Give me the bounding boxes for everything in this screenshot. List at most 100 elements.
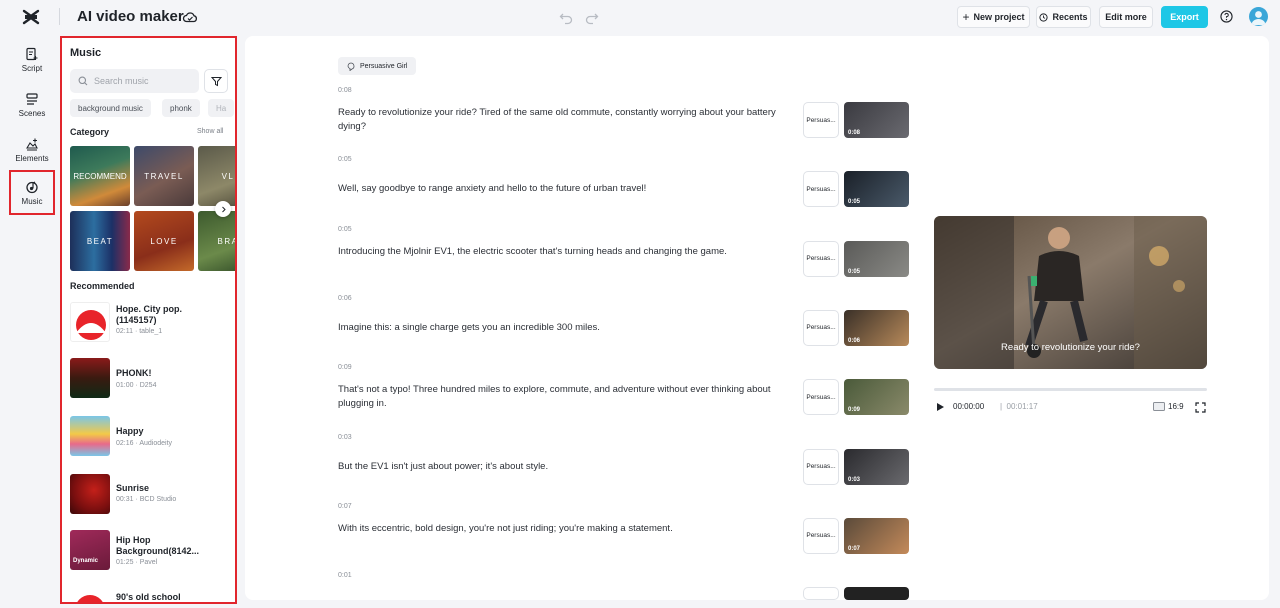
voice-tag[interactable]: Persuasive Girl [338, 57, 417, 75]
scene-thumbnail[interactable]: 0:03 [844, 448, 909, 485]
scene-duration: 0:07 [848, 545, 861, 552]
track-thumbnail: Dynamic [70, 530, 110, 570]
scene-duration: 0:05 [848, 268, 861, 275]
scene-time: 0:05 [338, 225, 352, 233]
scene-thumbnail[interactable]: 0:08 [844, 102, 909, 138]
scene-thumbnail[interactable] [844, 587, 909, 600]
scene-thumbnail[interactable]: 0:05 [844, 240, 909, 277]
scene-voice-button[interactable]: Persuas... [803, 171, 839, 208]
ratio-icon [1153, 402, 1165, 411]
nav-scenes[interactable]: Scenes [9, 85, 55, 125]
video-caption: Ready to revolutionize your ride? [1001, 342, 1140, 353]
scene-duration: 0:05 [848, 199, 861, 206]
chip-phonk[interactable]: phonk [162, 99, 200, 117]
app-title: AI video maker [77, 8, 184, 25]
script-icon [26, 47, 38, 61]
track-item[interactable]: Happy 02:16 · Audiodeity [70, 416, 230, 457]
scene-thumbnail[interactable]: 0:09 [844, 379, 909, 416]
new-project-label: New project [973, 12, 1025, 22]
scene-voice-button[interactable] [803, 587, 839, 600]
track-name: Sunrise [116, 483, 150, 493]
track-meta: 02:16 · Audiodeity [116, 440, 173, 447]
video-progress-bar[interactable] [934, 388, 1207, 391]
edit-more-button[interactable]: Edit more [1099, 6, 1153, 28]
avatar[interactable] [1249, 7, 1268, 26]
scene-text[interactable]: Well, say goodbye to range anxiety and h… [338, 182, 793, 196]
filter-icon [210, 76, 222, 86]
current-time: 00:00:00 [953, 402, 985, 411]
category-tile-beat[interactable]: BEAT [70, 211, 130, 271]
nav-music[interactable]: Music [9, 170, 55, 215]
category-tile-recommend[interactable]: RECOMMEND [70, 146, 130, 206]
track-item[interactable]: 90's old school [70, 588, 230, 602]
track-meta: 02:11 · table_1 [116, 328, 163, 335]
scene-voice-button[interactable]: Persuas... [803, 240, 839, 277]
track-meta: 00:31 · BCD Studio [116, 496, 177, 503]
top-bar: AI video maker + New project Recents Edi… [0, 0, 1280, 34]
chip-background-music[interactable]: background music [70, 99, 151, 117]
category-label: Category [70, 127, 110, 137]
scene-voice-button[interactable]: Persuas... [803, 309, 839, 346]
scene-text[interactable]: Introducing the Mjolnir EV1, the electri… [338, 245, 793, 259]
scene-text[interactable]: Ready to revolutionize your ride? Tired … [338, 106, 793, 134]
scenes-icon [26, 93, 38, 105]
nav-elements-label: Elements [15, 154, 49, 163]
search-music-input[interactable] [94, 76, 189, 86]
new-project-button[interactable]: + New project [957, 6, 1030, 28]
aspect-ratio-button[interactable]: 16:9 [1153, 402, 1184, 411]
export-button[interactable]: Export [1161, 6, 1208, 28]
track-thumbnail [70, 416, 110, 456]
total-time: | 00:01:17 [1000, 402, 1038, 411]
video-preview[interactable]: Ready to revolutionize your ride? [934, 216, 1207, 369]
track-item[interactable]: Sunrise 00:31 · BCD Studio [70, 474, 230, 515]
scene-time: 0:06 [338, 294, 352, 302]
redo-icon[interactable] [584, 9, 600, 25]
script-editor: Persuasive Girl 0:08 Ready to revolutioni… [245, 36, 1269, 600]
capcut-logo-icon[interactable] [22, 8, 40, 26]
play-icon[interactable] [935, 402, 945, 412]
scene-text[interactable]: But the EV1 isn't just about power; it's… [338, 460, 793, 474]
category-tile-vlog[interactable]: VL [198, 146, 235, 206]
track-item[interactable]: PHONK! 01:00 · D254 [70, 358, 230, 399]
category-tile-love[interactable]: LOVE [134, 211, 194, 271]
voice-name: Persuasive Girl [360, 62, 408, 70]
undo-icon[interactable] [558, 9, 574, 25]
nav-script-label: Script [21, 64, 43, 73]
track-thumbnail-label: Dynamic [73, 558, 99, 564]
search-box[interactable] [70, 69, 199, 93]
scene-voice-button[interactable]: Persuas... [803, 102, 839, 138]
scene-voice-button[interactable]: Persuas... [803, 379, 839, 416]
cloud-save-icon[interactable] [182, 9, 198, 25]
nav-elements[interactable]: Elements [9, 130, 55, 170]
aspect-ratio-label: 16:9 [1168, 402, 1184, 411]
scene-time: 0:08 [338, 87, 352, 94]
nav-script[interactable]: Script [9, 40, 55, 80]
chip-partial[interactable]: Ha [208, 99, 235, 117]
category-tile-travel[interactable]: TRAVEL [134, 146, 194, 206]
scene-thumbnail[interactable]: 0:07 [844, 517, 909, 554]
fullscreen-icon[interactable] [1195, 402, 1206, 413]
music-icon [26, 180, 38, 193]
category-next-button[interactable] [215, 201, 231, 217]
filter-button[interactable] [204, 69, 228, 93]
chevron-right-icon [221, 206, 226, 212]
recents-button[interactable]: Recents [1036, 6, 1091, 28]
elements-icon [26, 138, 38, 151]
scene-voice-button[interactable]: Persuas... [803, 517, 839, 554]
music-panel-title: Music [70, 47, 102, 59]
track-meta: 01:00 · D254 [116, 382, 157, 389]
help-icon[interactable] [1220, 10, 1233, 23]
scene-text[interactable]: That's not a typo! Three hundred miles t… [338, 383, 793, 411]
scene-thumbnail[interactable]: 0:06 [844, 309, 909, 346]
scene-text[interactable]: Imagine this: a single charge gets you a… [338, 321, 793, 335]
category-tile-partial[interactable]: BRA [198, 211, 235, 271]
show-all-link[interactable]: Show all [197, 128, 223, 135]
scene-thumbnail[interactable]: 0:05 [844, 171, 909, 208]
track-item[interactable]: Hope. City pop. (1145157) 02:11 · table_… [70, 302, 230, 343]
divider [59, 8, 60, 25]
track-item[interactable]: Dynamic Hip Hop Background(8142... 01:25… [70, 530, 230, 571]
scene-voice-button[interactable]: Persuas... [803, 448, 839, 485]
recents-label: Recents [1052, 12, 1088, 22]
scene-text[interactable]: With its eccentric, bold design, you're … [338, 522, 793, 536]
scene-duration: 0:09 [848, 407, 861, 414]
